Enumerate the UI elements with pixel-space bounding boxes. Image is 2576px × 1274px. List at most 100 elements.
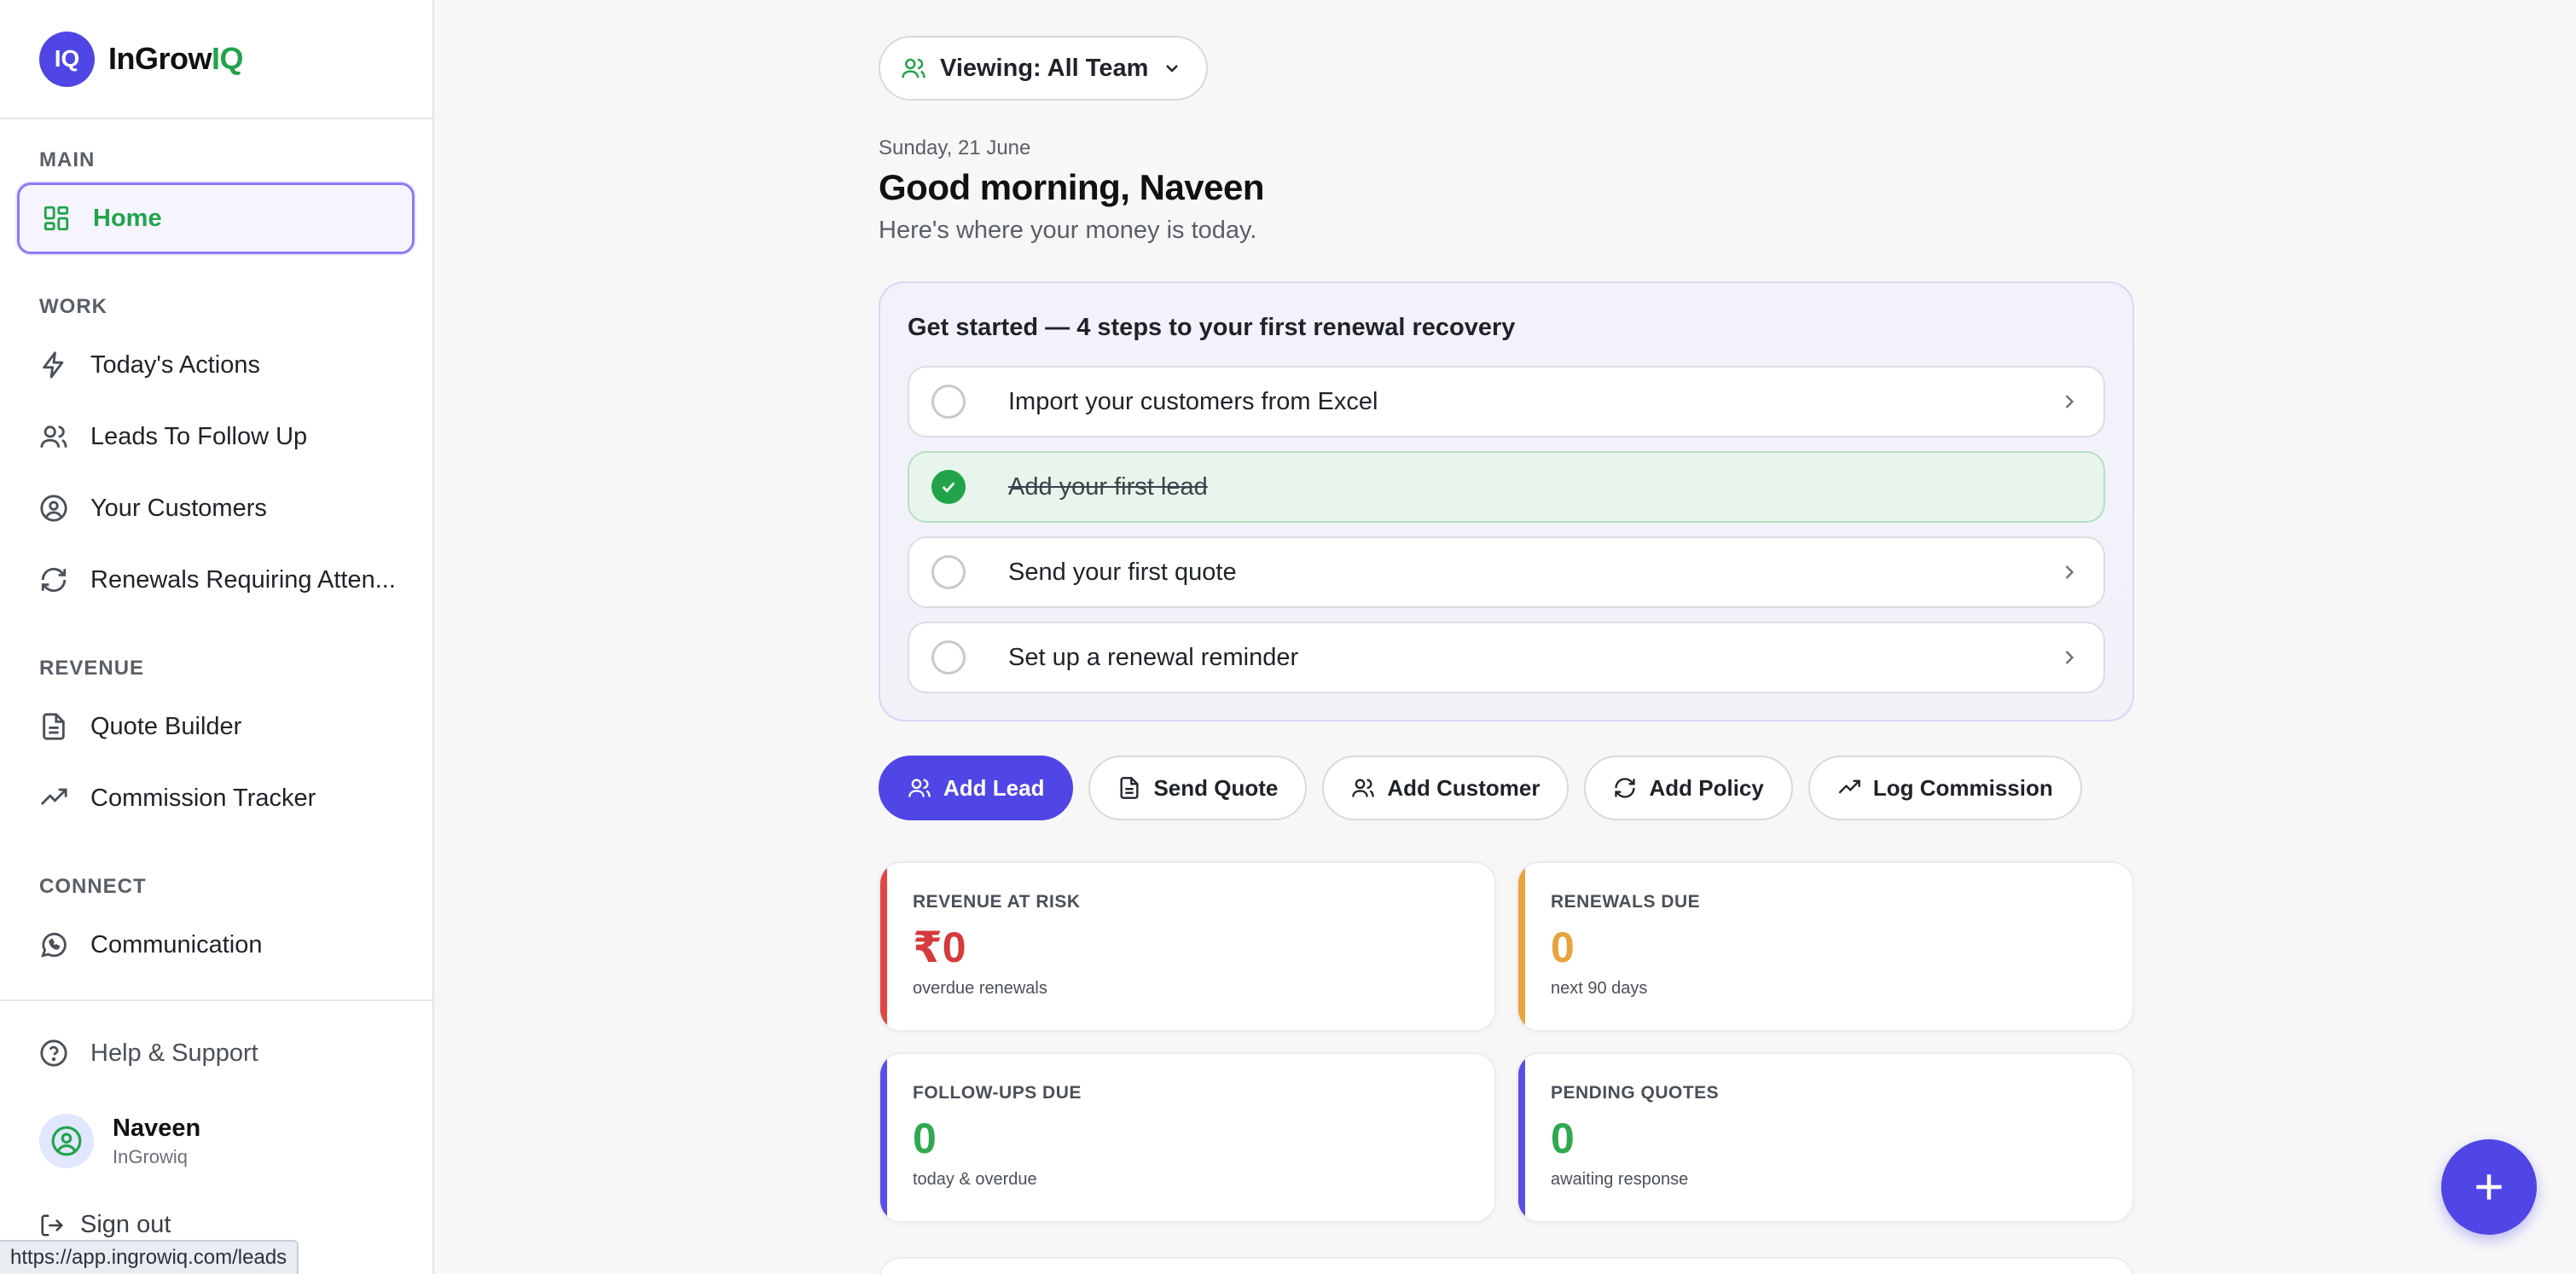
trending-up-icon bbox=[1838, 779, 1860, 794]
sidebar-item-label: Today's Actions bbox=[90, 350, 260, 379]
quick-actions: Add Lead Send Quote Add Customer Add Pol… bbox=[879, 756, 2082, 820]
page-subtitle: Here's where your money is today. bbox=[879, 217, 1257, 244]
status-bar-url: https://app.ingrowiq.com/leads bbox=[0, 1240, 299, 1274]
sidebar-item-commission-tracker[interactable]: Commission Tracker bbox=[17, 762, 415, 834]
sidebar-item-quote-builder[interactable]: Quote Builder bbox=[17, 691, 415, 762]
check-circle-icon bbox=[931, 470, 966, 504]
stat-card-renewals-due[interactable]: RENEWALS DUE 0 next 90 days bbox=[1517, 861, 2134, 1032]
chevron-right-icon bbox=[2065, 565, 2074, 579]
stat-card-pending-quotes[interactable]: PENDING QUOTES 0 awaiting response bbox=[1517, 1052, 2134, 1223]
section-title-revenue: REVENUE bbox=[39, 657, 145, 680]
refresh-icon bbox=[1615, 778, 1636, 798]
step-status-circle bbox=[931, 640, 966, 675]
sidebar-item-label: Home bbox=[93, 204, 162, 232]
current-date: Sunday, 21 June bbox=[879, 136, 1031, 159]
page-title: Good morning, Naveen bbox=[879, 167, 1265, 207]
stat-subtitle: awaiting response bbox=[1551, 1170, 1689, 1189]
users-icon bbox=[39, 422, 68, 451]
stat-value: ₹0 bbox=[913, 924, 966, 971]
stat-subtitle: next 90 days bbox=[1551, 979, 1648, 998]
send-quote-button[interactable]: Send Quote bbox=[1088, 756, 1308, 820]
step-label: Send your first quote bbox=[1008, 558, 1237, 586]
next-section-card bbox=[879, 1257, 2134, 1274]
sidebar-divider bbox=[0, 999, 432, 1001]
help-circle-icon bbox=[39, 1039, 68, 1068]
button-label: Log Commission bbox=[1872, 774, 2053, 801]
refresh-icon bbox=[39, 565, 68, 594]
sidebar-item-customers[interactable]: Your Customers bbox=[17, 472, 415, 544]
lightning-icon bbox=[39, 350, 68, 379]
trending-up-icon bbox=[39, 784, 68, 813]
button-label: Add Policy bbox=[1649, 774, 1764, 801]
sign-out-button[interactable]: Sign out bbox=[39, 1211, 171, 1239]
chevron-right-icon bbox=[2065, 395, 2074, 408]
section-title-main: MAIN bbox=[39, 148, 96, 171]
stat-title: REVENUE AT RISK bbox=[913, 892, 1081, 912]
sidebar-item-todays-actions[interactable]: Today's Actions bbox=[17, 329, 415, 401]
stat-title: PENDING QUOTES bbox=[1551, 1083, 1720, 1103]
step-send-first-quote[interactable]: Send your first quote bbox=[908, 536, 2105, 608]
user-name: Naveen bbox=[113, 1114, 201, 1142]
document-icon bbox=[1120, 777, 1139, 799]
step-label: Add your first lead bbox=[1008, 472, 1208, 501]
chevron-right-icon bbox=[2065, 651, 2074, 664]
add-fab-button[interactable] bbox=[2441, 1139, 2537, 1235]
step-label: Import your customers from Excel bbox=[1008, 387, 1378, 415]
button-label: Send Quote bbox=[1153, 774, 1279, 801]
team-selector-label: Viewing: All Team bbox=[940, 54, 1149, 82]
sign-out-icon bbox=[41, 1214, 64, 1236]
add-lead-button[interactable]: Add Lead bbox=[879, 756, 1074, 820]
stat-subtitle: overdue renewals bbox=[913, 979, 1047, 998]
section-title-work: WORK bbox=[39, 295, 107, 318]
sidebar-item-communication[interactable]: Communication bbox=[17, 909, 415, 981]
get-started-card: Get started — 4 steps to your first rene… bbox=[879, 281, 2134, 721]
step-label: Set up a renewal reminder bbox=[1008, 643, 1299, 671]
sidebar-item-home[interactable]: Home bbox=[17, 182, 415, 254]
sidebar-item-label: Quote Builder bbox=[90, 712, 242, 740]
team-selector-dropdown[interactable]: Viewing: All Team bbox=[879, 36, 1209, 101]
brand[interactable]: IQ InGrowIQ bbox=[0, 0, 432, 119]
brand-name: InGrowIQ bbox=[108, 41, 244, 76]
users-icon bbox=[902, 58, 925, 78]
user-profile[interactable]: Naveen InGrowiq bbox=[39, 1114, 200, 1168]
sidebar-item-label: Your Customers bbox=[90, 494, 267, 522]
users-icon bbox=[1352, 779, 1375, 797]
sidebar-item-renewals[interactable]: Renewals Requiring Atten... bbox=[17, 544, 415, 616]
help-label: Help & Support bbox=[90, 1039, 258, 1067]
stat-value: 0 bbox=[1551, 924, 1575, 971]
brand-logo: IQ bbox=[39, 31, 95, 87]
button-label: Add Customer bbox=[1387, 774, 1540, 801]
user-org: InGrowiq bbox=[113, 1145, 189, 1167]
stat-title: RENEWALS DUE bbox=[1551, 892, 1701, 912]
sidebar-item-label: Communication bbox=[90, 930, 263, 958]
stat-value: 0 bbox=[913, 1115, 937, 1162]
plus-icon bbox=[2476, 1174, 2502, 1200]
add-customer-button[interactable]: Add Customer bbox=[1322, 756, 1569, 820]
avatar bbox=[39, 1114, 94, 1168]
user-circle-icon bbox=[51, 1126, 82, 1156]
add-policy-button[interactable]: Add Policy bbox=[1584, 756, 1793, 820]
stat-card-follow-ups-due[interactable]: FOLLOW-UPS DUE 0 today & overdue bbox=[879, 1052, 1496, 1223]
step-renewal-reminder[interactable]: Set up a renewal reminder bbox=[908, 622, 2105, 693]
button-label: Add Lead bbox=[943, 774, 1045, 801]
log-commission-button[interactable]: Log Commission bbox=[1807, 756, 2082, 820]
stat-value: 0 bbox=[1551, 1115, 1575, 1162]
whatsapp-icon bbox=[39, 930, 68, 959]
document-icon bbox=[39, 712, 68, 741]
get-started-title: Get started — 4 steps to your first rene… bbox=[908, 314, 1516, 341]
step-add-first-lead[interactable]: Add your first lead bbox=[908, 451, 2105, 523]
sidebar-item-label: Commission Tracker bbox=[90, 784, 316, 812]
user-circle-icon bbox=[39, 494, 68, 523]
sign-out-label: Sign out bbox=[80, 1211, 171, 1238]
step-import-customers[interactable]: Import your customers from Excel bbox=[908, 366, 2105, 437]
stat-card-revenue-at-risk[interactable]: REVENUE AT RISK ₹0 overdue renewals bbox=[879, 861, 1496, 1032]
chevron-down-icon bbox=[1166, 65, 1179, 72]
sidebar-item-leads[interactable]: Leads To Follow Up bbox=[17, 401, 415, 472]
users-icon bbox=[908, 779, 931, 797]
step-status-circle bbox=[931, 385, 966, 419]
help-support-link[interactable]: Help & Support bbox=[39, 1039, 258, 1068]
sidebar: IQ InGrowIQ MAIN Home WORK Today's Actio… bbox=[0, 0, 434, 1274]
stat-title: FOLLOW-UPS DUE bbox=[913, 1083, 1082, 1103]
step-status-circle bbox=[931, 555, 966, 589]
sidebar-item-label: Renewals Requiring Atten... bbox=[90, 565, 396, 594]
